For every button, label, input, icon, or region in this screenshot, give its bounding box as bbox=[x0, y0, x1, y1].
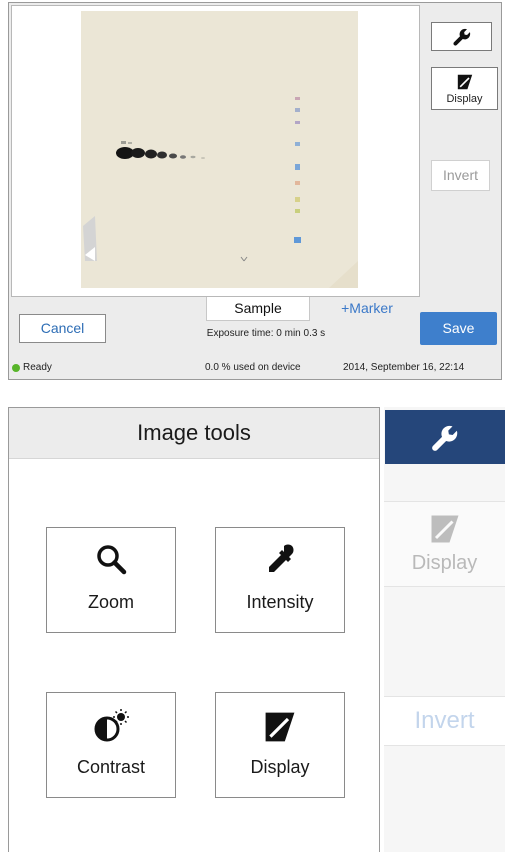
eyedropper-icon bbox=[269, 544, 294, 572]
cancel-button[interactable]: Cancel bbox=[19, 314, 106, 343]
blot-image bbox=[81, 11, 358, 288]
display-icon bbox=[265, 712, 295, 742]
display-side-button[interactable]: Display bbox=[384, 501, 505, 587]
side-toolbar: Display Invert bbox=[421, 3, 503, 303]
invert-side-button[interactable]: Invert bbox=[384, 696, 505, 746]
panel-title: Image tools bbox=[9, 408, 379, 459]
tab-sample[interactable]: Sample bbox=[206, 297, 310, 321]
display-tile-button[interactable]: Display bbox=[215, 692, 345, 798]
status-indicator-icon bbox=[12, 364, 20, 372]
display-side-label: Display bbox=[411, 552, 478, 574]
side-navigation: Display Invert bbox=[384, 407, 505, 852]
image-tools-screen: Image tools Zoom Intensity Contrast Disp… bbox=[8, 407, 505, 852]
status-text: Ready bbox=[23, 362, 52, 373]
invert-button[interactable]: Invert bbox=[431, 160, 490, 191]
display-icon bbox=[457, 74, 472, 90]
western-blot-graphic bbox=[81, 11, 358, 288]
exposure-time: Exposure time: 0 min 0.3 s bbox=[206, 328, 326, 339]
date-time: 2014, September 16, 22:14 bbox=[343, 362, 465, 373]
status-bar: Ready 0.0 % used on device 2014, Septemb… bbox=[9, 358, 501, 379]
wrench-icon bbox=[432, 425, 458, 451]
contrast-icon bbox=[94, 709, 129, 742]
display-button-label: Display bbox=[446, 93, 483, 105]
intensity-button[interactable]: Intensity bbox=[215, 527, 345, 633]
display-icon bbox=[431, 515, 459, 543]
zoom-button[interactable]: Zoom bbox=[46, 527, 176, 633]
camera-screen: Display Invert Sample +Marker Cancel Exp… bbox=[8, 2, 502, 380]
magnifier-icon bbox=[97, 545, 127, 575]
storage-usage: 0.0 % used on device bbox=[205, 362, 301, 373]
contrast-button[interactable]: Contrast bbox=[46, 692, 176, 798]
tab-marker[interactable]: +Marker bbox=[327, 297, 407, 321]
tools-button[interactable] bbox=[431, 22, 492, 51]
display-tile-label: Display bbox=[250, 757, 310, 777]
contrast-label: Contrast bbox=[76, 757, 146, 777]
display-button[interactable]: Display bbox=[431, 67, 498, 110]
tools-tab-active[interactable] bbox=[385, 410, 505, 464]
image-tools-panel: Image tools Zoom Intensity Contrast Disp… bbox=[8, 407, 380, 852]
zoom-label: Zoom bbox=[87, 592, 134, 612]
save-button[interactable]: Save bbox=[420, 312, 497, 345]
intensity-label: Intensity bbox=[246, 592, 314, 612]
image-viewer[interactable] bbox=[11, 5, 420, 297]
wrench-icon bbox=[452, 28, 470, 46]
